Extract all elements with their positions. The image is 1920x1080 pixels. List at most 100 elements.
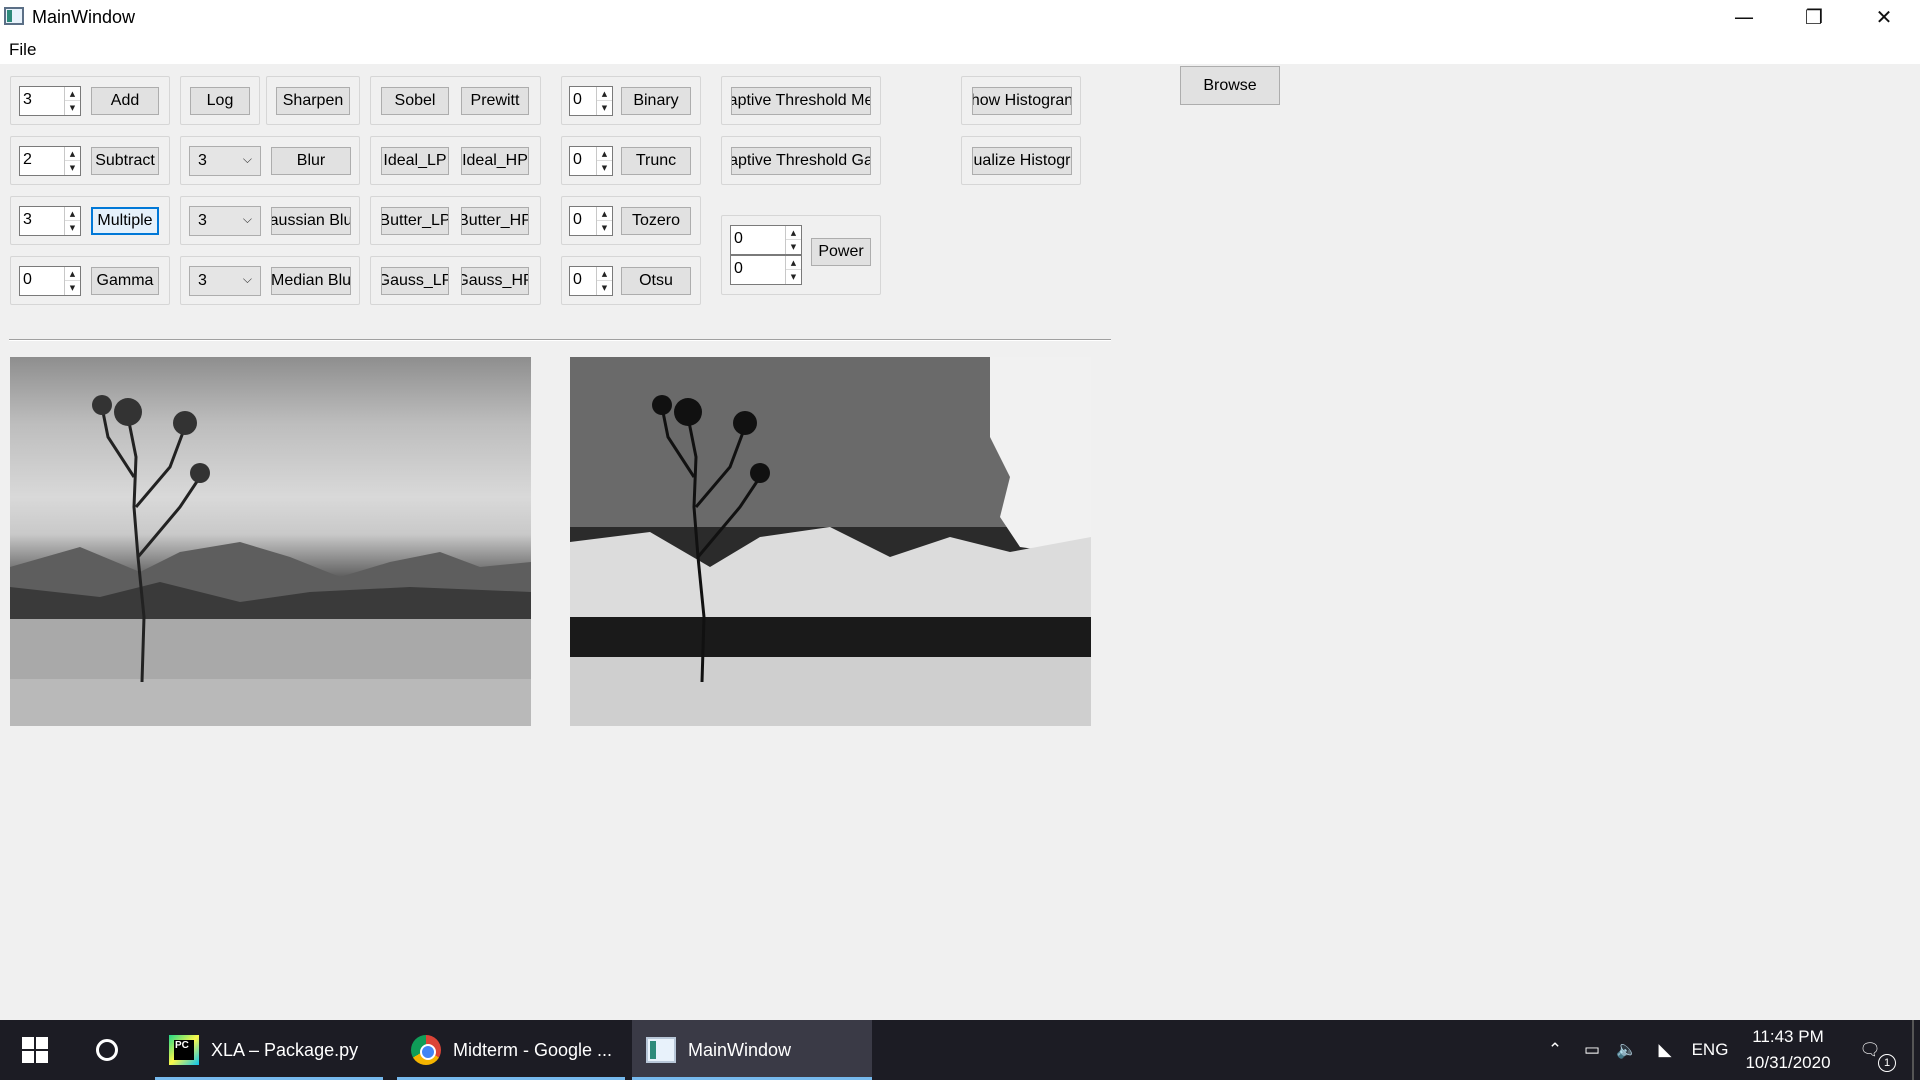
cortana-icon [96,1039,118,1061]
clock[interactable]: 11:43 PM 10/31/2020 [1736,1024,1840,1076]
spin-down-icon[interactable]: ▼ [597,161,612,175]
input-language[interactable]: ENG [1688,1020,1732,1080]
equalize-histogram-group: ualize Histogr [961,136,1081,185]
median-blur-button[interactable]: Median Blu [271,267,351,295]
ideal-lp-button[interactable]: Ideal_LP [381,147,449,175]
trunc-group: 0 ▲ ▼ Trunc [561,136,701,185]
menu-file[interactable]: File [9,40,36,60]
spin-up-icon[interactable]: ▲ [65,87,80,101]
median-kernel-select[interactable]: 3 ⌵ [189,266,261,296]
add-spinbox[interactable]: 3 ▲ ▼ [19,86,81,116]
spin-down-icon[interactable]: ▼ [597,281,612,295]
otsu-group: 0 ▲ ▼ Otsu [561,256,701,305]
edge-row-2: Ideal_LP Ideal_HP [370,136,541,185]
clock-date: 10/31/2020 [1745,1053,1831,1072]
edge-row-1: Sobel Prewitt [370,76,541,125]
spin-up-icon[interactable]: ▲ [65,147,80,161]
butter-hp-button[interactable]: Butter_HP [461,207,529,235]
adaptive-threshold-gaussian-button[interactable]: aptive Threshold Ga [731,147,871,175]
tozero-spinbox[interactable]: 0 ▲ ▼ [569,206,613,236]
taskbar-app-mainwindow[interactable]: MainWindow [632,1020,872,1080]
spin-up-icon[interactable]: ▲ [597,87,612,101]
spin-up-icon[interactable]: ▲ [597,207,612,221]
taskbar-app-label: MainWindow [688,1039,792,1060]
power-button[interactable]: Power [811,238,871,266]
spin-up-icon[interactable]: ▲ [65,207,80,221]
prewitt-button[interactable]: Prewitt [461,87,529,115]
spin-up-icon[interactable]: ▲ [597,267,612,281]
spin-down-icon[interactable]: ▼ [65,101,80,115]
chrome-icon [411,1035,441,1065]
show-desktop-button[interactable] [1912,1020,1914,1080]
show-hidden-icons-icon[interactable]: ⌃ [1541,1020,1569,1080]
spin-down-icon[interactable]: ▼ [597,101,612,115]
otsu-spinbox[interactable]: 0 ▲ ▼ [569,266,613,296]
gamma-spinbox[interactable]: 0 ▲ ▼ [19,266,81,296]
start-button[interactable] [0,1020,70,1080]
spin-down-icon[interactable]: ▼ [65,161,80,175]
log-button[interactable]: Log [190,87,250,115]
gamma-button[interactable]: Gamma [91,267,159,295]
spin-up-icon[interactable]: ▲ [65,267,80,281]
spin-down-icon[interactable]: ▼ [786,240,801,254]
binary-spinbox[interactable]: 0 ▲ ▼ [569,86,613,116]
sharpen-button[interactable]: Sharpen [276,87,350,115]
chevron-down-icon: ⌵ [242,152,252,166]
subtract-button[interactable]: Subtract [91,147,159,175]
mainwindow-icon [646,1037,676,1063]
browse-button[interactable]: Browse [1180,66,1280,105]
adaptive-gaussian-group: aptive Threshold Ga [721,136,881,185]
gaussian-blur-button[interactable]: aussian Blu [271,207,351,235]
battery-icon[interactable]: ▭ [1577,1020,1607,1080]
blur-button[interactable]: Blur [271,147,351,175]
log-group: Log [180,76,260,125]
spin-up-icon[interactable]: ▲ [786,256,801,270]
restore-icon[interactable]: ❐ [1779,0,1849,34]
gauss-lp-button[interactable]: Gauss_LP [381,267,449,295]
add-button[interactable]: Add [91,87,159,115]
edge-row-4: Gauss_LP Gauss_HP [370,256,541,305]
median-blur-group: 3 ⌵ Median Blu [180,256,360,305]
spin-up-icon[interactable]: ▲ [786,226,801,240]
clock-time: 11:43 PM [1752,1027,1824,1046]
blur-group: 3 ⌵ Blur [180,136,360,185]
power-spinbox-2[interactable]: 0 ▲ ▼ [730,255,802,285]
tozero-button[interactable]: Tozero [621,207,691,235]
spin-down-icon[interactable]: ▼ [786,270,801,284]
trunc-button[interactable]: Trunc [621,147,691,175]
gauss-hp-button[interactable]: Gauss_HP [461,267,529,295]
wifi-icon[interactable]: ◣ [1650,1020,1680,1080]
minimize-icon[interactable]: — [1709,0,1779,34]
multiple-spinbox[interactable]: 3 ▲ ▼ [19,206,81,236]
processed-landscape-image [570,357,1091,726]
taskbar: PC XLA – Package.py Midterm - Google ...… [0,1020,1920,1080]
close-icon[interactable]: ✕ [1849,0,1919,34]
subtract-spinbox[interactable]: 2 ▲ ▼ [19,146,81,176]
spin-down-icon[interactable]: ▼ [65,221,80,235]
taskbar-app-chrome[interactable]: Midterm - Google ... [397,1020,625,1080]
spin-down-icon[interactable]: ▼ [65,281,80,295]
adaptive-threshold-mean-button[interactable]: aptive Threshold Me [731,87,871,115]
ideal-hp-button[interactable]: Ideal_HP [461,147,529,175]
trunc-spinbox[interactable]: 0 ▲ ▼ [569,146,613,176]
multiple-button[interactable]: Multiple [91,207,159,235]
otsu-button[interactable]: Otsu [621,267,691,295]
gaussian-blur-group: 3 ⌵ aussian Blu [180,196,360,245]
gaussian-kernel-select[interactable]: 3 ⌵ [189,206,261,236]
pycharm-icon: PC [169,1035,199,1065]
volume-icon[interactable]: 🔈 [1612,1020,1642,1080]
binary-button[interactable]: Binary [621,87,691,115]
taskbar-app-pycharm[interactable]: PC XLA – Package.py [155,1020,383,1080]
butter-lp-button[interactable]: Butter_LP [381,207,449,235]
equalize-histogram-button[interactable]: ualize Histogr [972,147,1072,175]
spin-down-icon[interactable]: ▼ [597,221,612,235]
tozero-group: 0 ▲ ▼ Tozero [561,196,701,245]
subtract-group: 2 ▲ ▼ Subtract [10,136,170,185]
search-button[interactable] [72,1020,142,1080]
spin-up-icon[interactable]: ▲ [597,147,612,161]
blur-kernel-select[interactable]: 3 ⌵ [189,146,261,176]
power-spinbox-1[interactable]: 0 ▲ ▼ [730,225,802,255]
show-histogram-button[interactable]: how Histogran [972,87,1072,115]
sobel-button[interactable]: Sobel [381,87,449,115]
multiple-group: 3 ▲ ▼ Multiple [10,196,170,245]
